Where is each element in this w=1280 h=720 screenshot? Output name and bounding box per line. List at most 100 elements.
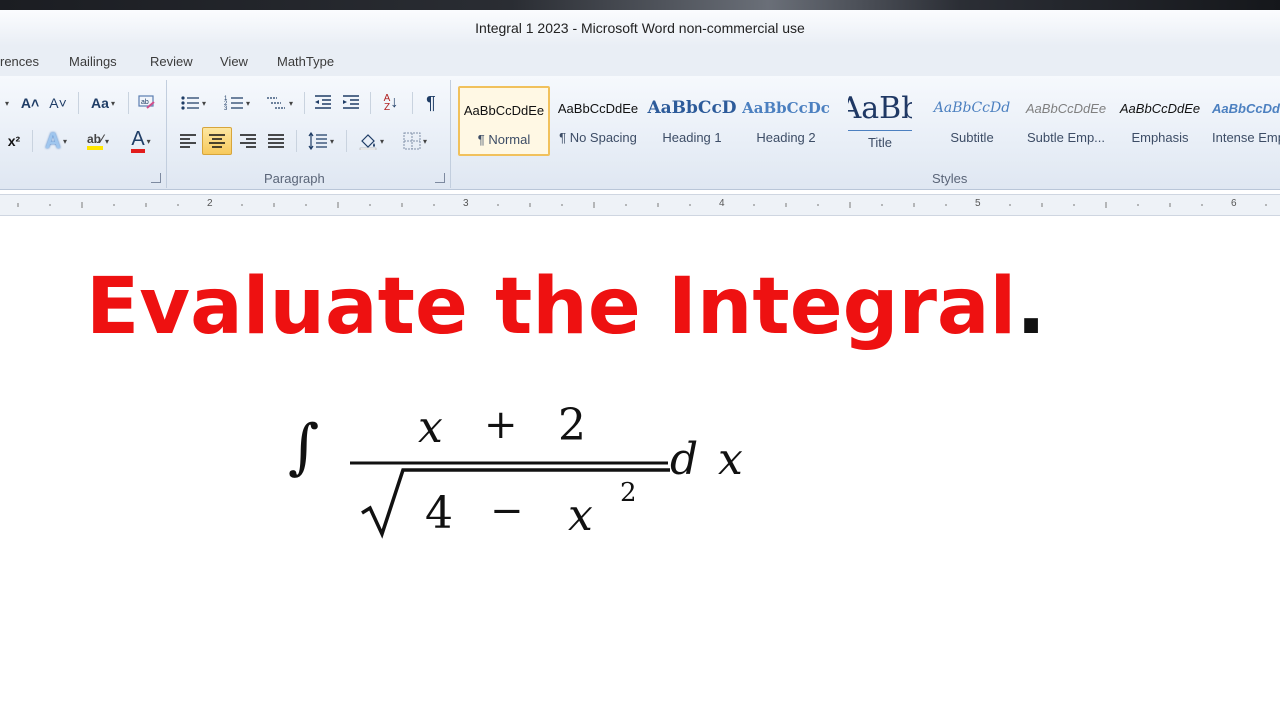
style-preview: AaBbCcDdEe: [1119, 100, 1201, 116]
tab-references[interactable]: rences: [0, 54, 39, 69]
ruler-number: 2: [207, 198, 213, 209]
paragraph-dialog-launcher-icon[interactable]: [435, 173, 445, 183]
ruler-ticks: [17, 202, 1267, 208]
paint-bucket-icon: [359, 134, 377, 150]
style-name: Title: [867, 135, 893, 150]
tab-mailings[interactable]: Mailings: [69, 54, 117, 69]
shrink-font-button[interactable]: A˅: [46, 90, 70, 116]
text-effects-button[interactable]: A ▾: [38, 128, 74, 154]
ribbon-tabs: rences Mailings Review View MathType: [0, 46, 1280, 77]
font-color-icon: A: [131, 129, 145, 153]
style-preview: AaBbCcD: [647, 98, 737, 118]
style-preview: AaBbCcDc: [742, 99, 830, 117]
group-separator: [166, 80, 167, 188]
paragraph-group-label: Paragraph: [264, 171, 325, 186]
style-preview: AaBbCcDdEe: [463, 102, 545, 118]
change-case-button[interactable]: Aa ▾: [86, 90, 120, 116]
clear-formatting-icon[interactable]: ab: [134, 90, 160, 116]
change-case-label: Aa: [91, 95, 109, 111]
styles-group-label: Styles: [932, 171, 968, 186]
line-spacing-button[interactable]: ▾: [302, 128, 340, 154]
style-heading-2[interactable]: AaBbCcDc Heading 2: [740, 86, 832, 156]
separator: [304, 92, 305, 114]
multilevel-list-button[interactable]: ▾: [260, 90, 298, 116]
align-center-icon[interactable]: [202, 127, 232, 155]
text-effects-icon: A: [45, 128, 61, 153]
svg-text:3: 3: [224, 106, 228, 112]
style-preview: AaBbCcDdEe: [557, 100, 639, 116]
style-name: Emphasis: [1131, 130, 1189, 145]
separator: [32, 130, 33, 152]
decrease-indent-icon[interactable]: [310, 90, 336, 116]
separator: [78, 92, 79, 114]
style-name: Heading 2: [756, 130, 816, 145]
font-color-button[interactable]: A ▾: [122, 128, 160, 154]
style-subtitle[interactable]: AaBbCcDd Subtitle: [926, 86, 1018, 156]
style-emphasis[interactable]: AaBbCcDdEe Emphasis: [1114, 86, 1206, 156]
superscript-button[interactable]: x²: [2, 128, 26, 154]
style-no-spacing[interactable]: AaBbCcDdEe ¶ No Spacing: [552, 86, 644, 156]
tab-review[interactable]: Review: [150, 54, 193, 69]
multilevel-list-icon: [266, 97, 285, 109]
differential-variable: x: [718, 434, 743, 485]
separator: [296, 130, 297, 152]
separator: [370, 92, 371, 114]
style-title[interactable]: AaBb Title: [834, 86, 926, 156]
exponent: 2: [620, 478, 637, 508]
svg-text:ab: ab: [141, 99, 149, 106]
ruler-track: 2 3 4 5 6: [0, 195, 1280, 215]
separator: [128, 92, 129, 114]
increase-indent-icon[interactable]: [338, 90, 364, 116]
style-heading-1[interactable]: AaBbCcD Heading 1: [646, 86, 738, 156]
numbering-icon: 123: [224, 96, 243, 112]
style-normal[interactable]: AaBbCcDdEe ¶ Normal: [458, 86, 550, 156]
tab-view[interactable]: View: [220, 54, 248, 69]
ribbon: ▾ A˄ A˅ Aa ▾ ab x² A ▾ ab⁄ ▾ A ▾ ▾ 1 2 3 ▾ ▾ AZ…: [0, 76, 1280, 190]
style-name: ¶ Normal: [477, 132, 531, 147]
grow-font-button[interactable]: A˄: [18, 90, 42, 116]
tab-mathtype[interactable]: MathType: [277, 54, 334, 69]
differential-d: d: [670, 434, 699, 485]
sort-button[interactable]: A Z ↓: [376, 90, 406, 116]
separator: [346, 130, 347, 152]
radicand-variable: x: [568, 490, 593, 541]
document-page[interactable]: Evaluate the Integral. ∫ x + 2 4 − x 2 d…: [0, 216, 1280, 720]
style-name: ¶ No Spacing: [559, 130, 637, 145]
align-left-icon[interactable]: [176, 128, 200, 154]
window-title: Integral 1 2023 - Microsoft Word non-com…: [0, 10, 1280, 46]
numerator-constant: 2: [558, 400, 586, 451]
style-name: Subtitle: [950, 130, 994, 145]
numerator-plus: +: [484, 402, 518, 448]
font-size-dropdown[interactable]: ▾: [0, 90, 12, 116]
integral-sign: ∫: [288, 412, 320, 482]
shading-button[interactable]: ▾: [352, 128, 390, 154]
style-name: Heading 1: [662, 130, 722, 145]
style-preview: AaBbCcDd: [933, 100, 1011, 116]
style-preview: AaBbCcDdEe: [1025, 100, 1107, 116]
style-subtle-emphasis[interactable]: AaBbCcDdEe Subtle Emp...: [1020, 86, 1112, 156]
highlight-icon: ab⁄: [86, 132, 103, 150]
ruler-number: 6: [1231, 198, 1237, 209]
bullets-button[interactable]: ▾: [174, 90, 212, 116]
numbering-button[interactable]: 1 2 3 ▾: [218, 90, 256, 116]
style-name: Intense Emp: [1212, 130, 1280, 145]
style-intense-emphasis[interactable]: AaBbCcDd Intense Emp: [1206, 86, 1280, 156]
ruler-number: 5: [975, 198, 981, 209]
borders-icon: [403, 132, 421, 150]
desktop-strip: [0, 0, 1280, 10]
ruler-number: 3: [463, 198, 469, 209]
integral-equation: ∫ x + 2 4 − x 2 d x: [0, 216, 1280, 720]
show-marks-button[interactable]: ¶: [418, 90, 444, 116]
style-preview: AaBb: [848, 86, 912, 131]
line-spacing-icon: [308, 132, 327, 150]
font-dialog-launcher-icon[interactable]: [151, 173, 161, 183]
bullets-icon: [181, 96, 199, 110]
align-right-icon[interactable]: [236, 128, 260, 154]
borders-button[interactable]: ▾: [396, 128, 434, 154]
justify-icon[interactable]: [264, 128, 288, 154]
sort-icon: AZ: [383, 93, 391, 113]
style-preview: AaBbCcDd: [1212, 100, 1280, 116]
highlight-button[interactable]: ab⁄ ▾: [78, 128, 118, 154]
horizontal-ruler[interactable]: 2 3 4 5 6: [0, 194, 1280, 216]
radicand-constant: 4: [425, 488, 453, 539]
